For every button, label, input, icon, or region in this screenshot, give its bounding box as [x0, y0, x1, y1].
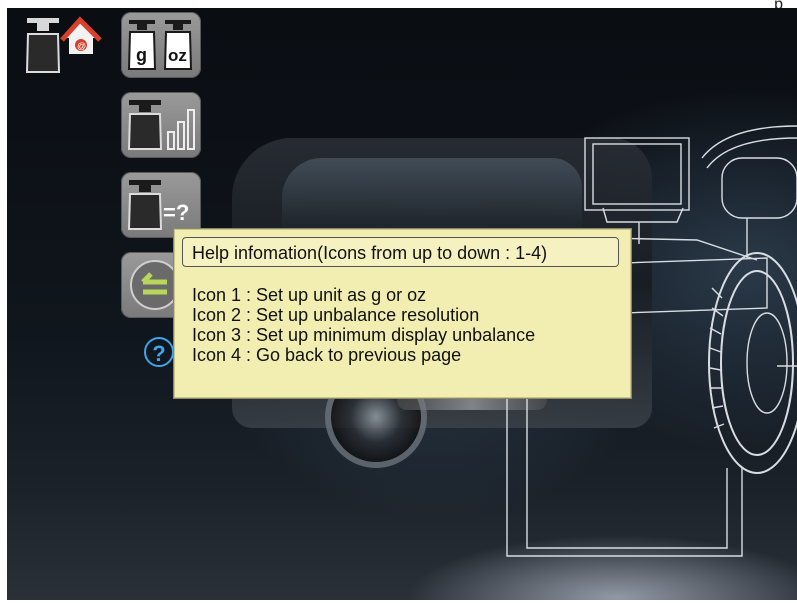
g-label: g	[136, 45, 147, 65]
help-line-4: Icon 4 : Go back to previous page	[192, 345, 462, 365]
help-title: Help infomation(Icons from up to down : …	[182, 237, 619, 267]
weight-g-oz-icon: g oz	[127, 20, 193, 70]
weight-home-icon[interactable]: @	[25, 14, 103, 76]
min-display-label: =?	[163, 200, 189, 225]
svg-text:@: @	[77, 41, 86, 51]
help-line-1: Icon 1 : Set up unit as g or oz	[192, 285, 427, 305]
help-lines: Icon 1 : Set up unit as g or oz Icon 2 :…	[192, 285, 535, 365]
help-line-2: Icon 2 : Set up unbalance resolution	[192, 305, 480, 325]
help-icon[interactable]: ?	[144, 337, 174, 367]
unit-g-oz-button[interactable]: g oz	[121, 12, 201, 78]
oz-label: oz	[168, 46, 187, 65]
weight-resolution-icon	[127, 100, 195, 150]
help-line-3: Icon 3 : Set up minimum display unbalanc…	[192, 325, 536, 345]
unbalance-resolution-button[interactable]	[121, 92, 201, 158]
help-popup: Help infomation(Icons from up to down : …	[173, 228, 632, 399]
